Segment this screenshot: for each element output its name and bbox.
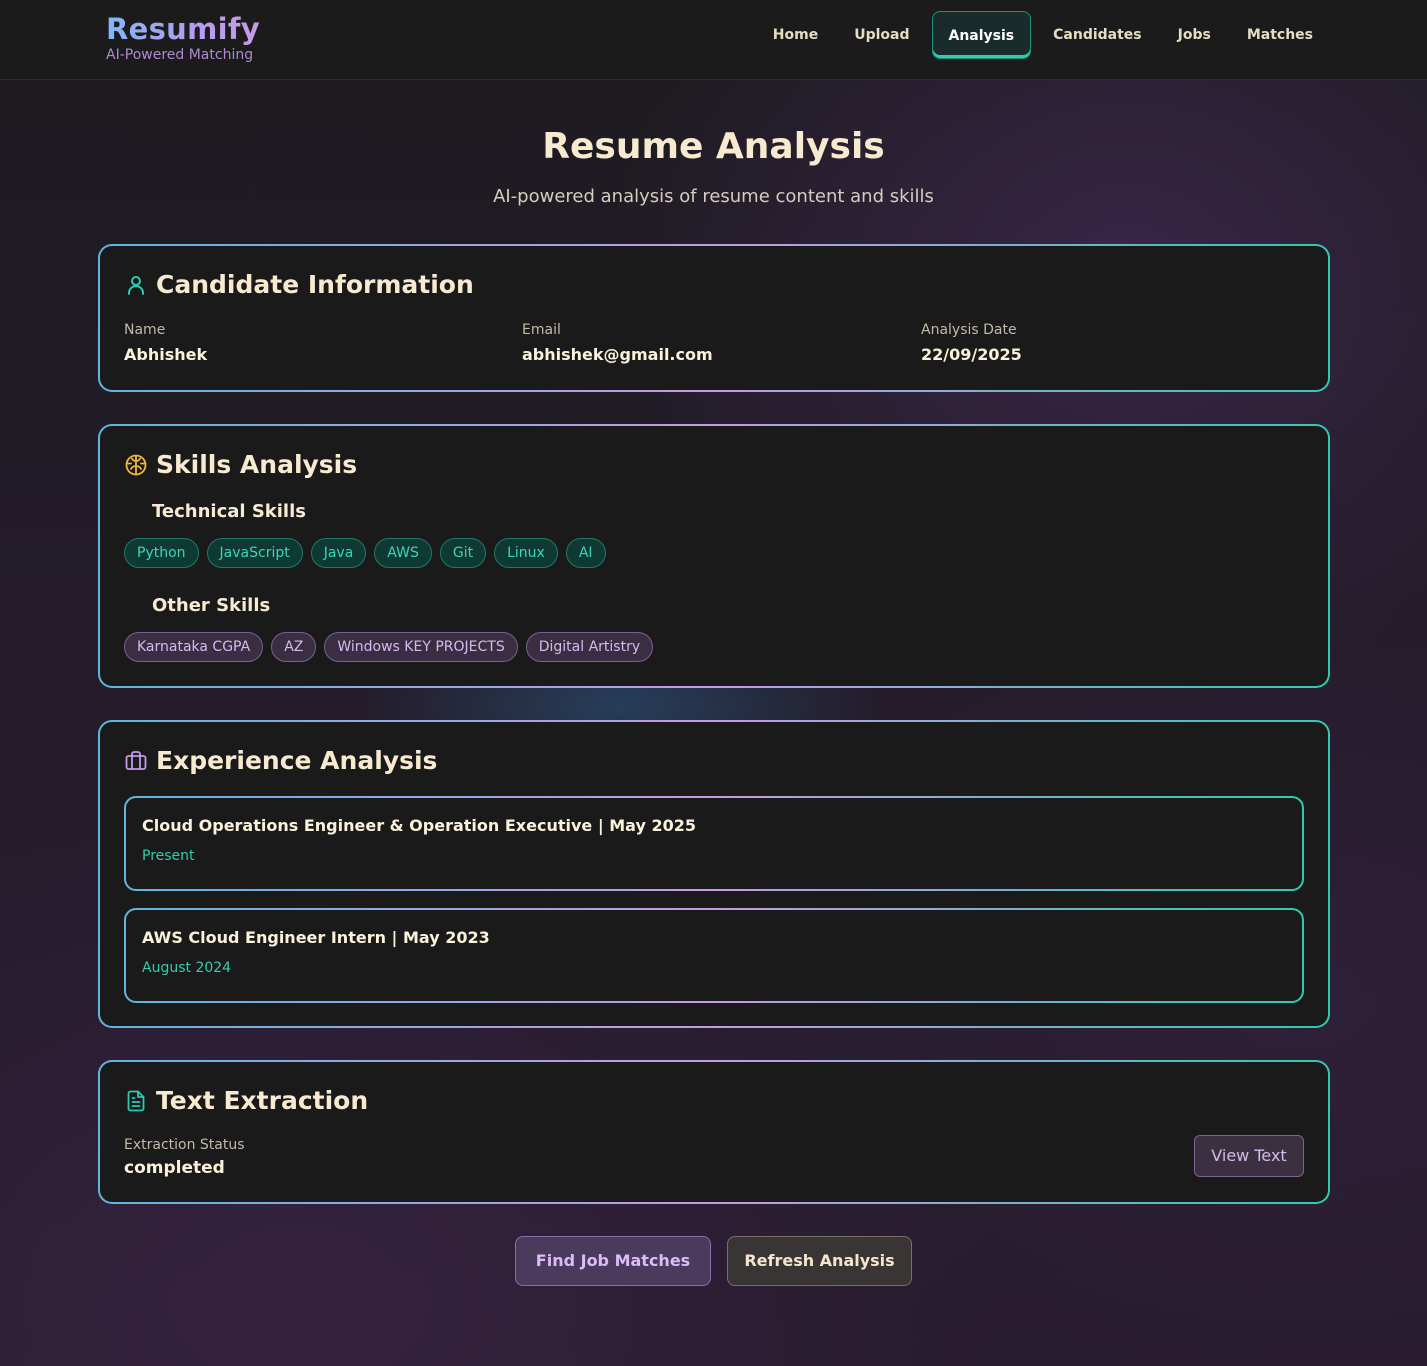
experience-title: AWS Cloud Engineer Intern | May 2023 [142, 928, 490, 947]
candidate-info-card: Candidate Information Name Abhishek Emai… [98, 244, 1330, 392]
candidate-info-title: Candidate Information [156, 270, 474, 299]
brand-logo[interactable]: Resumify AI-Powered Matching [106, 12, 260, 63]
brand-name: Resumify [106, 12, 260, 46]
skill-chip: Windows KEY PROJECTS [324, 632, 518, 662]
email-label: Email [522, 322, 561, 338]
skills-analysis-title: Skills Analysis [156, 450, 358, 479]
skill-chip: Git [439, 538, 487, 568]
name-label: Name [124, 322, 166, 338]
other-skills-heading: Other Skills [152, 595, 271, 616]
page-subtitle: AI-powered analysis of resume content an… [493, 186, 934, 207]
skill-chip: Linux [494, 538, 558, 568]
extraction-status-label: Extraction Status [124, 1137, 245, 1153]
find-job-matches-button[interactable]: Find Job Matches [515, 1236, 711, 1286]
candidate-email-field: Email abhishek@gmail.com [522, 322, 713, 364]
top-navbar: Resumify AI-Powered Matching Home Upload… [0, 0, 1427, 80]
skill-chip: JavaScript [206, 538, 303, 568]
user-icon [128, 275, 144, 295]
experience-analysis-card: Experience Analysis Cloud Operations Eng… [98, 720, 1330, 1028]
other-skills-list: Karnataka CGPA AZ Windows KEY PROJECTS D… [124, 632, 654, 662]
nav-item-analysis[interactable]: Analysis [931, 11, 1032, 59]
skills-analysis-card: Skills Analysis Technical Skills Python … [98, 424, 1330, 688]
nav-item-matches[interactable]: Matches [1229, 11, 1331, 59]
text-extraction-card: Text Extraction Extraction Status comple… [98, 1060, 1330, 1204]
nav-item-jobs[interactable]: Jobs [1160, 11, 1229, 59]
technical-skills-list: Python JavaScript Java AWS Git Linux AI [124, 538, 606, 568]
nav-item-upload[interactable]: Upload [836, 11, 927, 59]
experience-title: Cloud Operations Engineer & Operation Ex… [142, 816, 696, 835]
document-icon [127, 1090, 145, 1111]
analysis-date: 22/09/2025 [921, 345, 1022, 364]
brand-tagline: AI-Powered Matching [106, 47, 254, 63]
technical-skills-heading: Technical Skills [152, 501, 306, 522]
briefcase-icon [125, 750, 147, 770]
skill-chip: Karnataka CGPA [124, 632, 264, 662]
skill-chip: Python [124, 538, 199, 568]
text-extraction-title: Text Extraction [156, 1086, 369, 1115]
skill-chip: AI [565, 538, 606, 568]
brain-icon [125, 454, 147, 475]
nav-links: Home Upload Analysis Candidates Jobs Mat… [755, 11, 1331, 59]
candidate-name-field: Name Abhishek [124, 322, 207, 364]
extraction-status-field: Extraction Status completed [124, 1137, 245, 1178]
skill-chip: AZ [271, 632, 317, 662]
view-text-button[interactable]: View Text [1194, 1135, 1304, 1177]
extraction-status: completed [124, 1158, 225, 1178]
analysis-date-label: Analysis Date [921, 322, 1017, 338]
nav-item-home[interactable]: Home [755, 11, 836, 59]
refresh-analysis-button[interactable]: Refresh Analysis [727, 1236, 912, 1286]
nav-item-candidates[interactable]: Candidates [1035, 11, 1160, 59]
analysis-date-field: Analysis Date 22/09/2025 [921, 322, 1022, 364]
experience-period: August 2024 [142, 960, 232, 976]
skill-chip: Digital Artistry [525, 632, 654, 662]
experience-item: AWS Cloud Engineer Intern | May 2023 Aug… [124, 908, 1304, 1003]
page-title: Resume Analysis [542, 126, 885, 167]
experience-analysis-title: Experience Analysis [156, 746, 438, 775]
experience-period: Present [142, 848, 195, 864]
skill-chip: Java [310, 538, 367, 568]
candidate-name: Abhishek [124, 345, 208, 364]
skill-chip: AWS [374, 538, 432, 568]
experience-item: Cloud Operations Engineer & Operation Ex… [124, 796, 1304, 891]
candidate-email: abhishek@gmail.com [522, 345, 713, 364]
